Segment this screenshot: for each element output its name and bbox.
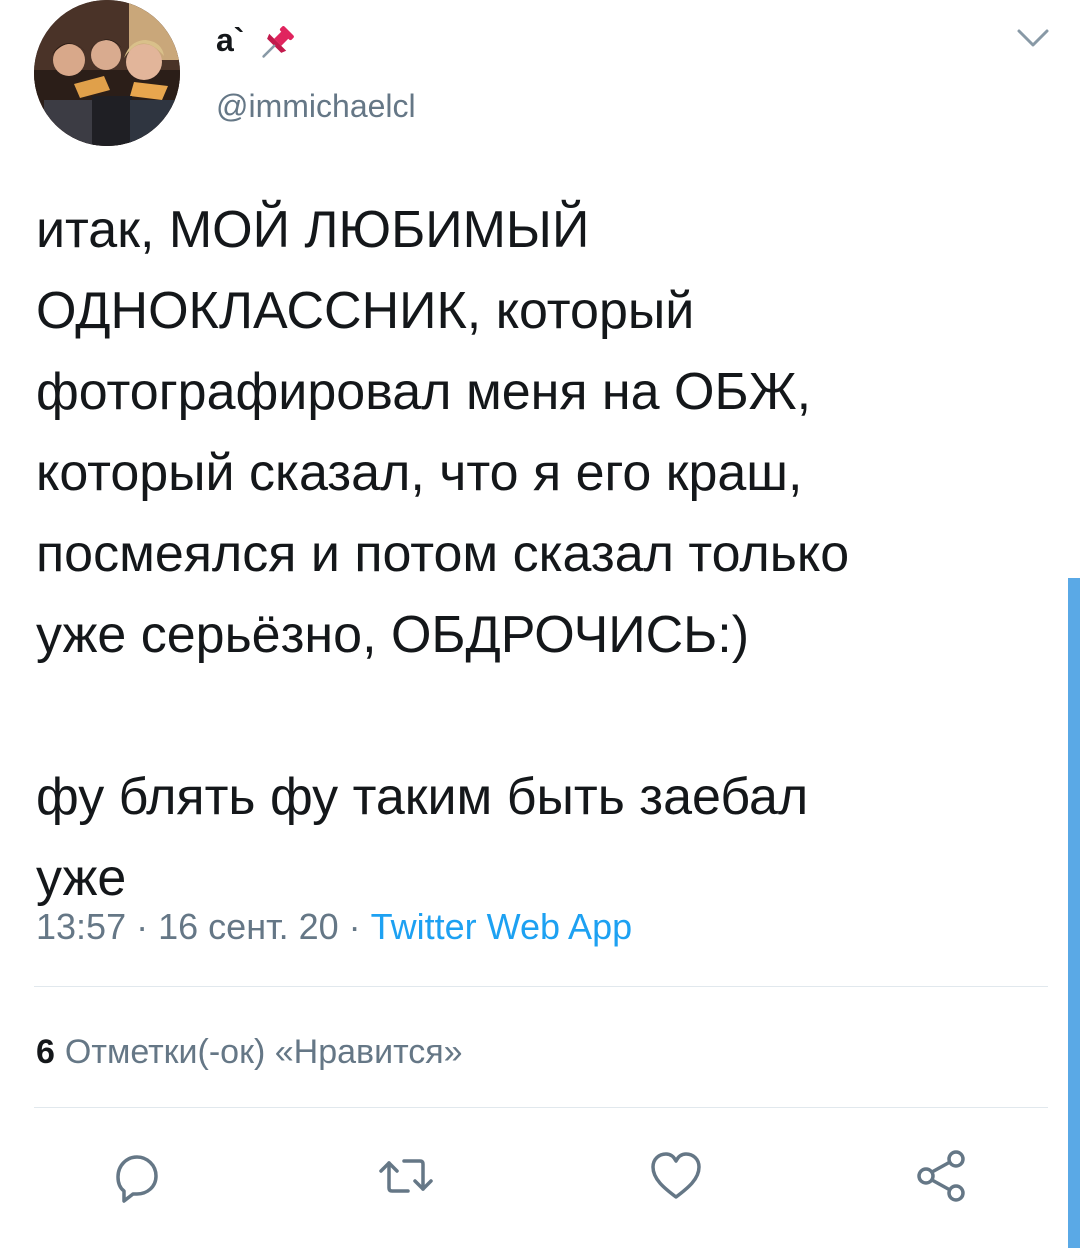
like-button[interactable] [646, 1146, 706, 1206]
share-button[interactable] [912, 1146, 972, 1206]
share-icon [917, 1150, 965, 1202]
likes-label: Отметки(-ок) «Нравится» [64, 1033, 463, 1071]
likes-count: 6 [36, 1033, 55, 1071]
avatar-photo [34, 0, 180, 146]
tweet-date[interactable]: 16 сент. 20 [158, 906, 339, 947]
heart-icon [651, 1152, 701, 1199]
avatar[interactable] [34, 0, 180, 146]
chevron-down-icon[interactable] [1016, 26, 1050, 50]
reply-button[interactable] [106, 1146, 166, 1206]
divider [34, 1107, 1048, 1108]
meta-separator: · [348, 906, 361, 947]
tweet-time[interactable]: 13:57 [36, 906, 126, 947]
tweet-source[interactable]: Twitter Web App [371, 906, 632, 947]
display-name[interactable]: a` [216, 20, 244, 60]
retweet-button[interactable] [376, 1146, 436, 1206]
meta-separator: · [136, 906, 149, 947]
pushpin-icon [262, 26, 294, 58]
scrollbar[interactable] [1068, 578, 1080, 1248]
likes-row[interactable]: 6 Отметки(-ок) «Нравится» [36, 1030, 463, 1074]
tweet-text: итак, МОЙ ЛЮБИМЫЙ ОДНОКЛАССНИК, который … [36, 201, 850, 907]
reply-icon [116, 1155, 158, 1203]
retweet-icon [379, 1159, 433, 1193]
handle[interactable]: @immichaelcl [216, 86, 416, 126]
tweet-meta: 13:57 · 16 сент. 20 · Twitter Web App [36, 904, 632, 950]
divider [34, 986, 1048, 987]
